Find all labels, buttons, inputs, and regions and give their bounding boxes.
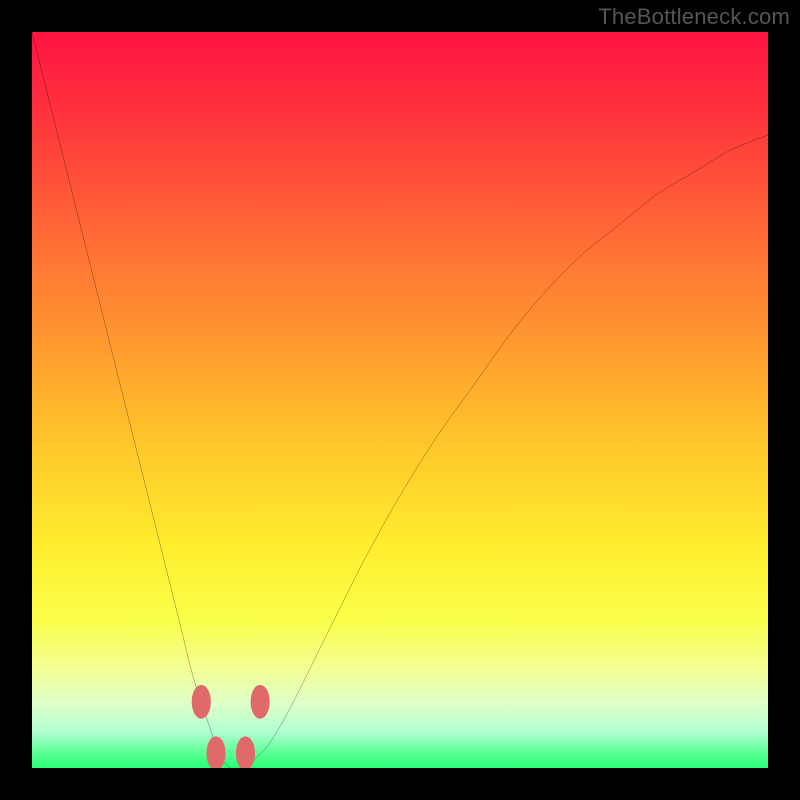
bottleneck-gradient-background [32, 32, 768, 768]
chart-frame: TheBottleneck.com [0, 0, 800, 800]
plot-area [32, 32, 768, 768]
watermark-text: TheBottleneck.com [598, 4, 790, 30]
